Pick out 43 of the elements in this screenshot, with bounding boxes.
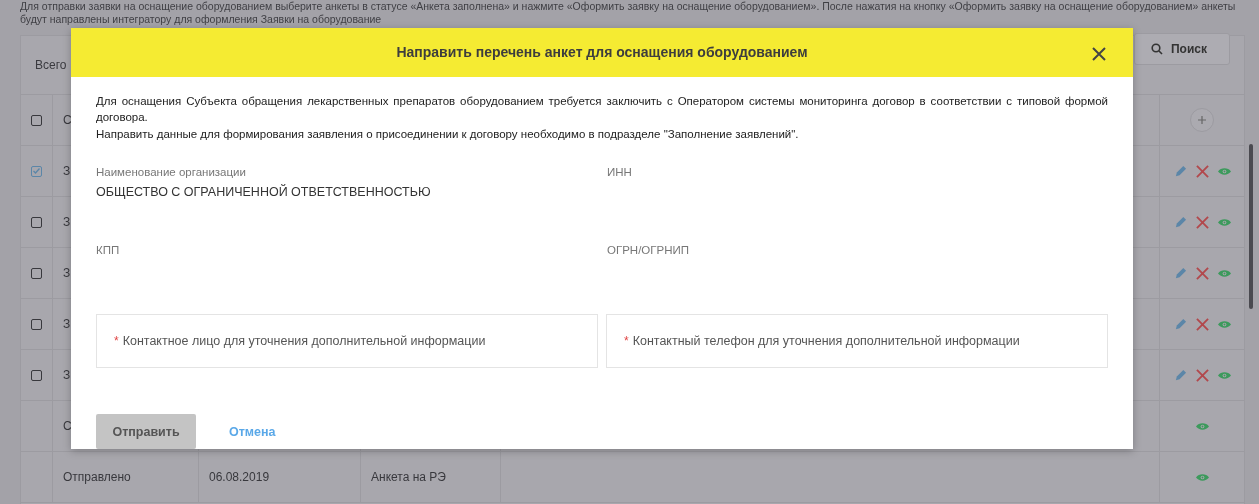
- eye-icon[interactable]: [1217, 268, 1231, 278]
- checkbox[interactable]: [31, 114, 42, 126]
- pencil-icon[interactable]: [1173, 368, 1187, 382]
- pencil-icon[interactable]: [1173, 266, 1187, 280]
- eye-icon[interactable]: [1195, 472, 1209, 482]
- input-field[interactable]: * Контактное лицо для уточнения дополнительной информации: [96, 314, 598, 368]
- checkbox[interactable]: [31, 165, 42, 177]
- delete-icon[interactable]: [1195, 215, 1209, 229]
- table-cell: Анкета на РЭ: [361, 452, 501, 502]
- delete-icon[interactable]: [1195, 368, 1209, 382]
- field-label: ИНН: [607, 166, 633, 178]
- checkbox[interactable]: [31, 216, 42, 228]
- eye-icon[interactable]: [1217, 319, 1231, 329]
- eye-icon[interactable]: [1217, 370, 1231, 380]
- notice-text: Для отправки заявки на оснащение оборудованием выберите анкеты в статусе «Анкета заполнена» и нажмите «Оформить заявку на оснащение оборудованием». После нажатия на кнопку «Оформить заявку на оснащение оборудованием» анкеты: [20, 0, 1237, 13]
- eye-icon[interactable]: [1217, 166, 1231, 176]
- checkbox[interactable]: [31, 267, 42, 279]
- search-button[interactable]: Поиск: [1134, 33, 1230, 65]
- delete-icon[interactable]: [1195, 164, 1209, 178]
- pencil-icon[interactable]: [1173, 215, 1187, 229]
- eye-icon[interactable]: [1217, 217, 1231, 227]
- notice-text: будут направлены интегратору для оформления Заявки на оборудование: [20, 13, 383, 26]
- required-asterisk: *: [624, 334, 629, 348]
- search-icon: [1151, 43, 1163, 55]
- add-button[interactable]: [1190, 108, 1214, 132]
- checkbox[interactable]: [31, 369, 42, 381]
- delete-icon[interactable]: [1195, 317, 1209, 331]
- eye-icon[interactable]: [1195, 421, 1209, 431]
- summary-text: Всего: [35, 58, 67, 72]
- checkbox[interactable]: [31, 318, 42, 330]
- input-field[interactable]: * Контактный телефон для уточнения дополнительной информации: [606, 314, 1108, 368]
- plus-icon: [1197, 115, 1207, 125]
- delete-icon[interactable]: [1195, 266, 1209, 280]
- modal-title: Направить перечень анкет для оснащения оборудованием: [396, 44, 808, 61]
- pencil-icon[interactable]: [1173, 317, 1187, 331]
- input-placeholder: Контактный телефон для уточнения дополнительной информации: [632, 334, 1020, 348]
- close-button[interactable]: [1091, 46, 1107, 62]
- field-label: ОГРН/ОГРНИП: [607, 244, 691, 256]
- pencil-icon[interactable]: [1173, 164, 1187, 178]
- required-asterisk: *: [114, 334, 119, 348]
- table-cell: Отправлено: [53, 452, 199, 502]
- table-cell: 06.08.2019: [199, 452, 361, 502]
- scrollbar[interactable]: [1249, 144, 1253, 309]
